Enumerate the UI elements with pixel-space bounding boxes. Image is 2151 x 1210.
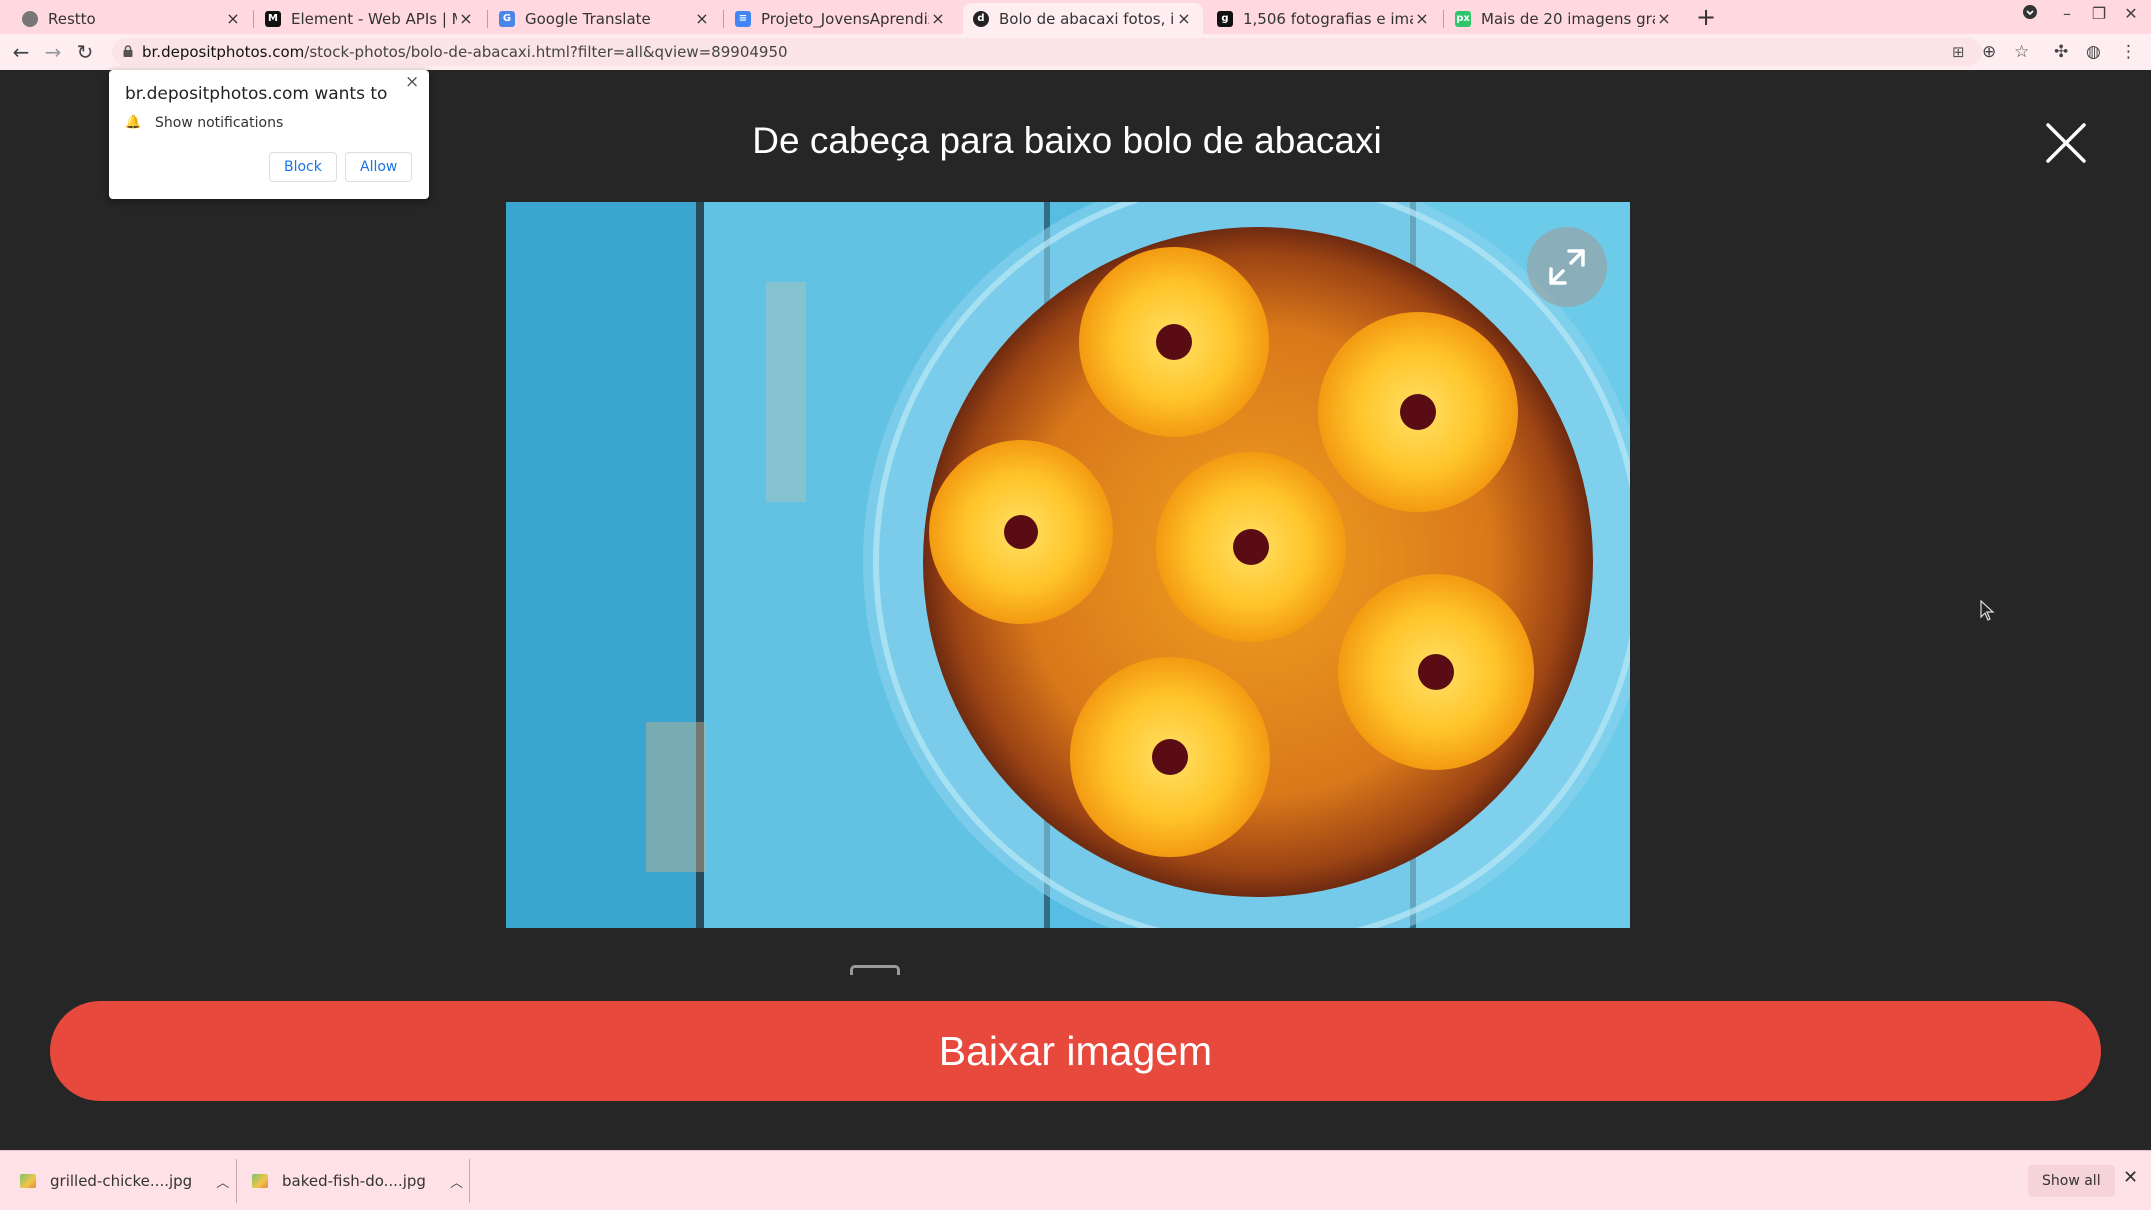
- restore-icon[interactable]: ❐: [2087, 4, 2111, 23]
- bookmark-star-icon[interactable]: ☆: [2014, 42, 2029, 62]
- globe-icon: [22, 10, 38, 27]
- extensions-icon[interactable]: ✣: [2054, 42, 2068, 62]
- pixabay-icon: px: [1455, 10, 1471, 27]
- image-preview-overlay: De cabeça para baixo bolo de abacaxi Bai…: [0, 70, 2151, 1150]
- tab-strip: Restto × M Element - Web APIs | MDN × G …: [0, 0, 2151, 34]
- minimize-icon[interactable]: –: [2055, 4, 2079, 23]
- tab-close-icon[interactable]: ×: [1655, 9, 1673, 28]
- tab-close-icon[interactable]: ×: [457, 9, 475, 28]
- download-shelf: grilled-chicke....jpg ︿ baked-fish-do...…: [0, 1150, 2151, 1210]
- fullscreen-expand-button[interactable]: [1527, 227, 1607, 307]
- mdn-icon: M: [265, 10, 281, 27]
- tab-restto[interactable]: Restto ×: [12, 3, 252, 34]
- tab-label: Restto: [48, 9, 96, 28]
- drawer-handle[interactable]: [850, 965, 900, 975]
- zoom-icon[interactable]: ⊕: [1982, 42, 1996, 62]
- tab-google-translate[interactable]: G Google Translate ×: [489, 3, 721, 34]
- bell-icon: 🔔: [125, 115, 142, 130]
- image-file-icon: [20, 1174, 36, 1188]
- download-item[interactable]: grilled-chicke....jpg ︿: [20, 1151, 229, 1210]
- image-file-icon: [252, 1174, 268, 1188]
- allow-button[interactable]: Allow: [345, 152, 413, 182]
- browser-toolbar: ← → ↻ br.depositphotos.com/stock-photos/…: [0, 34, 2151, 70]
- tab-depositphotos[interactable]: d Bolo de abacaxi fotos, ilus ×: [963, 3, 1203, 34]
- download-item[interactable]: baked-fish-do....jpg ︿: [252, 1151, 463, 1210]
- tab-projeto-docs[interactable]: ≡ Projeto_JovensAprendizes_ ×: [725, 3, 957, 34]
- notification-permission-text: Show notifications: [155, 115, 284, 131]
- tab-gettyimages[interactable]: g 1,506 fotografias e imagen ×: [1207, 3, 1441, 34]
- tab-label: Mais de 20 imagens grátis: [1481, 9, 1655, 28]
- docs-icon: ≡: [735, 10, 751, 27]
- tab-close-icon[interactable]: ×: [224, 9, 242, 28]
- new-tab-button[interactable]: +: [1692, 4, 1720, 30]
- mouse-cursor-icon: [1980, 600, 1995, 621]
- tab-close-icon[interactable]: ×: [929, 9, 947, 28]
- chevron-up-icon[interactable]: ︿: [450, 1172, 463, 1191]
- close-icon[interactable]: [2045, 122, 2087, 164]
- reload-icon[interactable]: ↻: [72, 39, 98, 65]
- tab-label: Projeto_JovensAprendizes_: [761, 9, 929, 28]
- back-arrow-icon[interactable]: ←: [8, 39, 34, 65]
- menu-kebab-icon[interactable]: ⋮: [2120, 42, 2137, 62]
- tab-mdn[interactable]: M Element - Web APIs | MDN ×: [255, 3, 485, 34]
- depositphotos-icon: d: [973, 10, 989, 27]
- expand-arrows-icon: [1549, 249, 1585, 285]
- profile-avatar-icon[interactable]: ◍: [2086, 42, 2101, 62]
- shelf-close-icon[interactable]: ✕: [2123, 1167, 2138, 1188]
- window-close-icon[interactable]: ✕: [2119, 4, 2143, 23]
- download-filename: grilled-chicke....jpg: [50, 1172, 193, 1190]
- forward-arrow-icon[interactable]: →: [40, 39, 66, 65]
- block-button[interactable]: Block: [269, 152, 337, 182]
- tab-close-icon[interactable]: ×: [1175, 9, 1193, 28]
- tab-label: 1,506 fotografias e imagen: [1243, 9, 1413, 28]
- pineapple-cake-photo: [506, 202, 1630, 928]
- tab-close-icon[interactable]: ×: [693, 9, 711, 28]
- tab-label: Element - Web APIs | MDN: [291, 9, 457, 28]
- download-image-button[interactable]: Baixar imagem: [50, 1001, 2101, 1101]
- address-bar[interactable]: br.depositphotos.com/stock-photos/bolo-d…: [112, 38, 1982, 66]
- translate-icon: G: [499, 10, 515, 27]
- tab-search-icon[interactable]: [2018, 4, 2042, 24]
- gettyimages-icon: g: [1217, 10, 1233, 27]
- notification-permission-popup: br.depositphotos.com wants to × 🔔 Show n…: [109, 70, 429, 199]
- url-text: br.depositphotos.com/stock-photos/bolo-d…: [142, 43, 788, 61]
- translate-page-icon[interactable]: ⊞: [1952, 43, 1965, 61]
- tab-pixabay[interactable]: px Mais de 20 imagens grátis ×: [1445, 3, 1683, 34]
- tab-label: Google Translate: [525, 9, 651, 28]
- download-filename: baked-fish-do....jpg: [282, 1172, 426, 1190]
- chevron-up-icon[interactable]: ︿: [216, 1172, 229, 1191]
- notification-title: br.depositphotos.com wants to: [125, 84, 388, 104]
- tab-close-icon[interactable]: ×: [1413, 9, 1431, 28]
- popup-close-icon[interactable]: ×: [405, 72, 419, 92]
- tab-label: Bolo de abacaxi fotos, ilus: [999, 9, 1175, 28]
- show-all-downloads-button[interactable]: Show all: [2028, 1165, 2115, 1197]
- lock-icon: [123, 45, 133, 57]
